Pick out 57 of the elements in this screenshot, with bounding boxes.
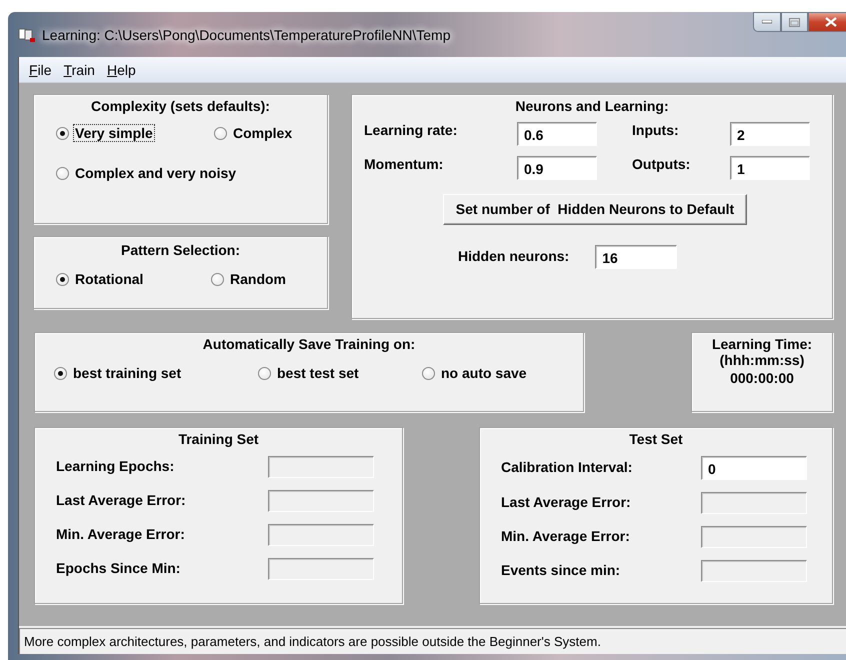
minimize-button[interactable] <box>753 12 781 32</box>
radio-button[interactable] <box>258 366 271 380</box>
group-title: Neurons and Learning: <box>514 98 670 114</box>
elapsed-time: 000:00:00 <box>730 370 794 386</box>
minimize-icon <box>762 20 772 24</box>
group-title: Training Set <box>177 431 260 447</box>
time-format: (hhh:mm:ss) <box>720 352 804 368</box>
menu-item[interactable]: Help <box>100 62 142 78</box>
field-label: Min. Average Error: <box>56 526 185 542</box>
radio-button[interactable] <box>56 166 69 180</box>
input-field[interactable]: 1 <box>730 156 810 180</box>
window-title: Learning: C:\Users\Pong\Documents\TemperatureProfileNN\Temp <box>42 26 451 42</box>
radio-label[interactable]: best test set <box>275 364 361 382</box>
radio-button[interactable] <box>422 366 435 380</box>
group-title: Complexity (sets defaults): <box>90 98 271 114</box>
input-field[interactable]: 0.9 <box>517 156 597 180</box>
field-label: Hidden neurons: <box>458 248 570 264</box>
close-button[interactable] <box>808 12 846 32</box>
input-field[interactable]: 0 <box>701 456 807 480</box>
field-label: Last Average Error: <box>56 492 186 508</box>
maximize-button[interactable] <box>781 12 808 32</box>
menu-item[interactable]: File <box>23 62 58 78</box>
radio-button[interactable] <box>56 126 69 140</box>
group-title: Pattern Selection: <box>120 242 242 258</box>
field-label: Learning rate: <box>364 122 458 138</box>
field-label: Momentum: <box>364 156 444 172</box>
radio-label[interactable]: Rotational <box>73 270 146 288</box>
field-label: Outputs: <box>632 156 690 172</box>
group-title: Learning Time: <box>710 336 814 352</box>
field-label: Inputs: <box>632 122 679 138</box>
set-default-button[interactable]: Set number of Hidden Neurons to Default <box>442 194 748 225</box>
radio-button[interactable] <box>54 366 67 380</box>
radio-label[interactable]: best training set <box>71 364 184 382</box>
radio-label[interactable]: no auto save <box>439 364 529 382</box>
maximize-icon <box>789 18 800 26</box>
field-label: Events since min: <box>501 562 620 578</box>
group-title: Test Set <box>628 431 684 447</box>
menu-item[interactable]: Train <box>58 62 101 78</box>
input-field[interactable]: 0.6 <box>517 122 597 146</box>
input-field[interactable]: 2 <box>730 122 810 146</box>
field-label: Min. Average Error: <box>501 528 630 544</box>
radio-label[interactable]: Complex and very noisy <box>73 164 238 182</box>
app-icon <box>18 26 36 42</box>
radio-label[interactable]: Complex <box>231 124 294 142</box>
radio-button[interactable] <box>211 272 224 286</box>
radio-label[interactable]: Very simple <box>73 124 155 142</box>
close-icon <box>825 17 837 27</box>
radio-label[interactable]: Random <box>228 270 288 288</box>
field-label: Last Average Error: <box>501 494 631 510</box>
status-bar: More complex architectures, parameters, and indicators are possible outside the Beginner's System. <box>19 628 846 654</box>
field-label: Learning Epochs: <box>56 458 174 474</box>
radio-button[interactable] <box>214 126 227 140</box>
field-label: Calibration Interval: <box>501 459 632 475</box>
radio-button[interactable] <box>56 272 69 286</box>
field-label: Epochs Since Min: <box>56 560 180 576</box>
input-field[interactable]: 16 <box>595 245 678 269</box>
group-title: Automatically Save Training on: <box>202 336 416 352</box>
